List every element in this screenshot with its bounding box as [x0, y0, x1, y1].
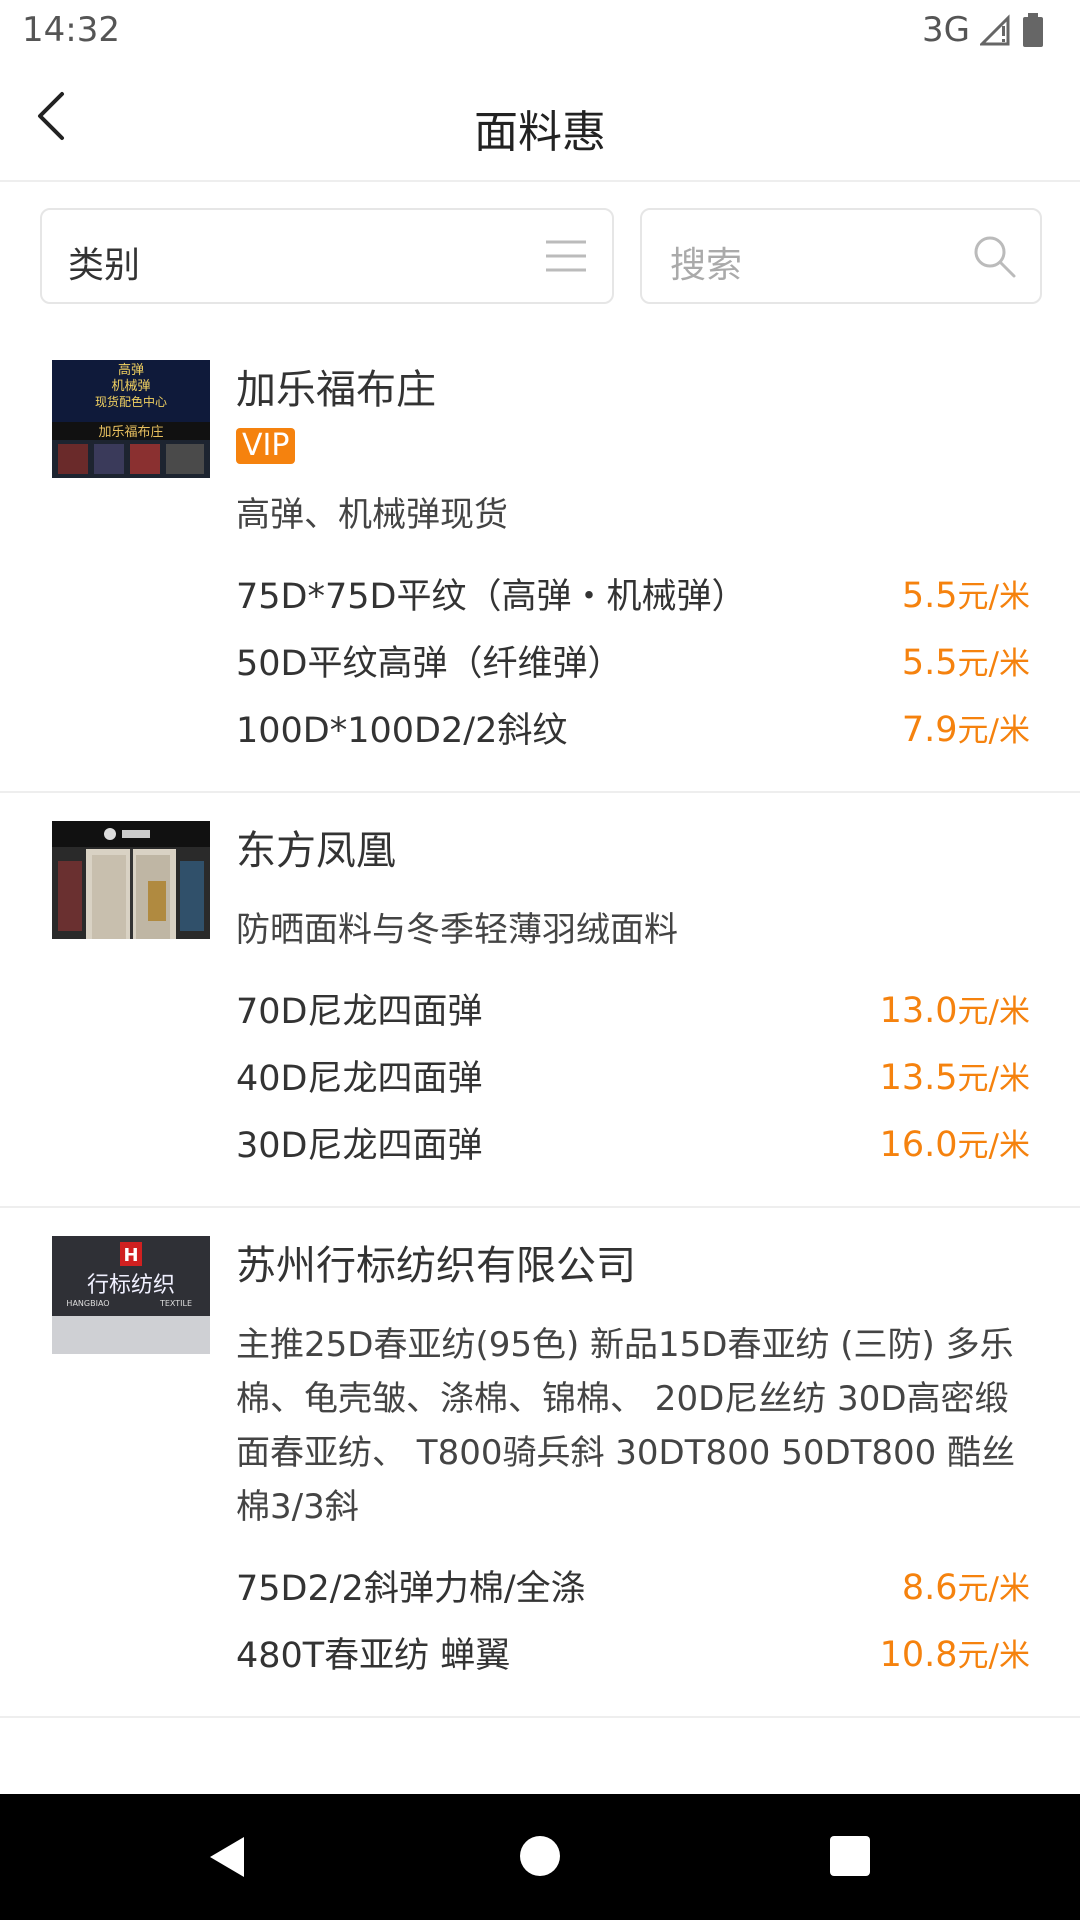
vip-badge: VIP	[236, 428, 296, 464]
network-type: 3G	[922, 10, 970, 50]
thumb-text-3: 现货配色中心	[95, 394, 167, 409]
product-name: 30D尼龙四面弹	[236, 1126, 483, 1166]
product-name: 100D*100D2/2斜纹	[236, 711, 568, 751]
category-label: 类别	[68, 245, 141, 286]
search-icon[interactable]	[970, 232, 1018, 280]
product-price: 7.9元/米	[901, 710, 1030, 750]
thumb-text-1: 高弹	[118, 362, 144, 378]
product-row[interactable]: 50D平纹高弹（纤维弹） 5.5元/米	[236, 627, 1030, 694]
filter-bar: 类别 搜索	[0, 182, 1080, 332]
product-price: 5.5元/米	[901, 643, 1030, 683]
store-description: 防晒面料与冬季轻薄羽绒面料	[236, 910, 678, 950]
product-price: 13.0元/米	[879, 991, 1030, 1031]
product-name: 75D*75D平纹（高弹・机械弹）	[236, 577, 747, 617]
search-placeholder: 搜索	[670, 245, 743, 286]
app-header: 面料惠	[0, 62, 1080, 182]
status-time: 14:32	[22, 10, 120, 50]
product-name: 50D平纹高弹（纤维弹）	[236, 644, 623, 684]
status-icons: 3G	[922, 10, 1044, 50]
product-name: 70D尼龙四面弹	[236, 992, 483, 1032]
product-price: 13.5元/米	[879, 1058, 1030, 1098]
status-bar: 14:32 3G	[0, 0, 1080, 62]
product-price: 10.8元/米	[879, 1635, 1030, 1675]
product-row[interactable]: 75D*75D平纹（高弹・机械弹） 5.5元/米	[236, 560, 1030, 627]
thumb-text-4: 加乐福布庄	[98, 424, 163, 440]
signal-icon	[980, 14, 1010, 46]
system-nav-bar	[0, 1794, 1080, 1920]
product-name: 480T春亚纺 蝉翼	[236, 1636, 511, 1676]
store-card[interactable]: H 行标纺织 HANGBIAO TEXTILE 苏州行标纺织有限公司 主推25D…	[0, 1208, 1080, 1718]
thumb-text-3: TEXTILE	[159, 1299, 192, 1308]
store-name: 东方凤凰	[236, 828, 396, 874]
store-name: 苏州行标纺织有限公司	[236, 1243, 636, 1289]
store-card[interactable]: 东方凤凰 防晒面料与冬季轻薄羽绒面料 70D尼龙四面弹 13.0元/米 40D尼…	[0, 793, 1080, 1208]
store-card[interactable]: 高弹 机械弹 现货配色中心 加乐福布庄 加乐福布庄 VIP 高弹、机械弹现货 7…	[0, 332, 1080, 793]
store-list: 高弹 机械弹 现货配色中心 加乐福布庄 加乐福布庄 VIP 高弹、机械弹现货 7…	[0, 332, 1080, 1794]
store-thumbnail	[52, 821, 210, 939]
product-row[interactable]: 30D尼龙四面弹 16.0元/米	[236, 1109, 1030, 1176]
product-row[interactable]: 480T春亚纺 蝉翼 10.8元/米	[236, 1619, 1030, 1686]
menu-lines-icon	[546, 240, 586, 272]
product-row[interactable]: 100D*100D2/2斜纹 7.9元/米	[236, 694, 1030, 761]
thumb-text-2: 机械弹	[111, 379, 150, 394]
search-input[interactable]: 搜索	[640, 208, 1042, 304]
product-price: 5.5元/米	[901, 576, 1030, 616]
thumb-text-2: HANGBIAO	[66, 1299, 109, 1308]
nav-back-icon[interactable]	[206, 1835, 246, 1879]
store-thumbnail: H 行标纺织 HANGBIAO TEXTILE	[52, 1236, 210, 1354]
page-title: 面料惠	[474, 107, 606, 158]
product-row[interactable]: 70D尼龙四面弹 13.0元/米	[236, 975, 1030, 1042]
store-thumbnail: 高弹 机械弹 现货配色中心 加乐福布庄	[52, 360, 210, 478]
product-name: 40D尼龙四面弹	[236, 1059, 483, 1099]
product-price: 16.0元/米	[879, 1125, 1030, 1165]
thumb-text-1: 行标纺织	[87, 1273, 175, 1298]
store-description: 主推25D春亚纺(95色) 新品15D春亚纺 (三防) 多乐棉、龟壳皱、涤棉、锦…	[236, 1325, 1016, 1527]
nav-home-icon[interactable]	[520, 1836, 560, 1876]
product-name: 75D2/2斜弹力棉/全涤	[236, 1569, 586, 1609]
product-list: 70D尼龙四面弹 13.0元/米 40D尼龙四面弹 13.5元/米 30D尼龙四…	[236, 975, 1030, 1176]
product-price: 8.6元/米	[901, 1568, 1030, 1608]
product-list: 75D2/2斜弹力棉/全涤 8.6元/米 480T春亚纺 蝉翼 10.8元/米	[236, 1552, 1030, 1686]
nav-recents-icon[interactable]	[830, 1836, 870, 1876]
product-list: 75D*75D平纹（高弹・机械弹） 5.5元/米 50D平纹高弹（纤维弹） 5.…	[236, 560, 1030, 761]
thumb-logo: H	[123, 1245, 138, 1266]
store-description: 高弹、机械弹现货	[236, 495, 508, 535]
battery-icon	[1023, 13, 1043, 47]
store-name: 加乐福布庄	[236, 367, 436, 413]
product-row[interactable]: 75D2/2斜弹力棉/全涤 8.6元/米	[236, 1552, 1030, 1619]
category-dropdown[interactable]: 类别	[40, 208, 614, 304]
product-row[interactable]: 40D尼龙四面弹 13.5元/米	[236, 1042, 1030, 1109]
